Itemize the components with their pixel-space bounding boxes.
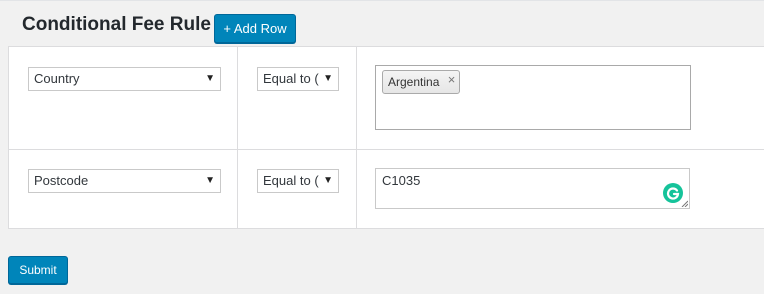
close-icon[interactable]: ×: [448, 69, 456, 91]
condition-select[interactable]: Equal to ( ▼: [257, 67, 339, 91]
grammarly-icon[interactable]: [663, 183, 683, 203]
textarea-value: C1035: [382, 173, 421, 188]
rules-table: Country ▼ Equal to ( ▼ Argentina × Postc…: [8, 46, 764, 229]
column-divider: [237, 47, 238, 149]
column-divider: [356, 47, 357, 149]
value-multiselect[interactable]: Argentina ×: [375, 65, 691, 130]
condition-select[interactable]: Equal to ( ▼: [257, 169, 339, 193]
resize-handle-icon[interactable]: [681, 200, 688, 207]
condition-select-value: Equal to (: [263, 173, 319, 188]
field-select[interactable]: Postcode ▼: [28, 169, 221, 193]
chevron-down-icon: ▼: [205, 73, 215, 84]
rule-row: Country ▼ Equal to ( ▼ Argentina ×: [9, 47, 764, 150]
chevron-down-icon: ▼: [323, 73, 333, 84]
value-textarea[interactable]: C1035: [375, 168, 690, 209]
add-row-button[interactable]: + Add Row: [214, 14, 296, 43]
column-divider: [237, 150, 238, 229]
rule-row: Postcode ▼ Equal to ( ▼ C1035: [9, 150, 764, 229]
page-title: Conditional Fee Rule: [22, 14, 211, 35]
field-select[interactable]: Country ▼: [28, 67, 221, 91]
column-divider: [356, 150, 357, 229]
chevron-down-icon: ▼: [205, 175, 215, 186]
field-select-value: Country: [34, 71, 80, 86]
submit-button[interactable]: Submit: [8, 256, 68, 284]
chevron-down-icon: ▼: [323, 175, 333, 186]
condition-select-value: Equal to (: [263, 71, 319, 86]
selected-tag: Argentina ×: [382, 69, 461, 94]
field-select-value: Postcode: [34, 173, 89, 188]
header: Conditional Fee Rule + Add Row: [0, 0, 764, 47]
tag-label: Argentina: [388, 75, 440, 89]
